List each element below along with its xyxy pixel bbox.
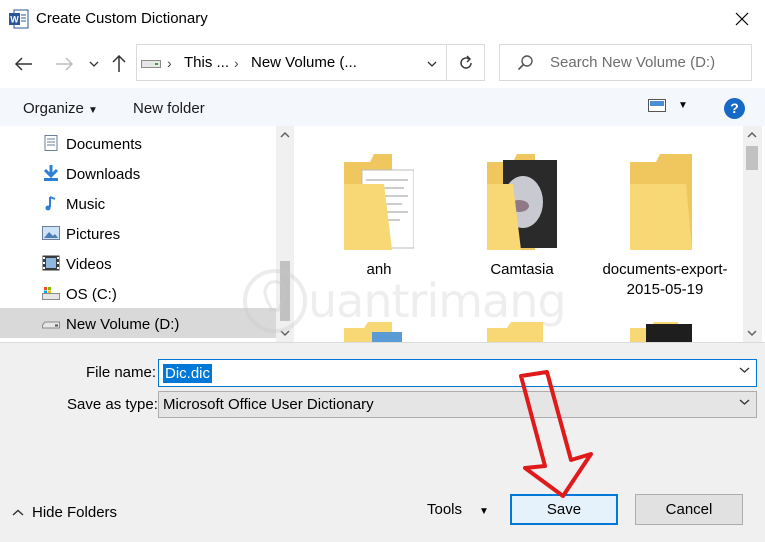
svg-text:W: W <box>10 15 19 25</box>
scroll-up-icon[interactable] <box>747 131 757 139</box>
nav-item-downloads[interactable]: Downloads <box>0 158 276 188</box>
chevron-down-icon[interactable] <box>427 60 437 68</box>
scrollbar-thumb[interactable] <box>746 146 758 170</box>
nav-item-music[interactable]: Music <box>0 188 276 218</box>
chevron-down-icon <box>739 399 750 405</box>
up-button[interactable] <box>107 52 131 76</box>
videos-icon <box>42 255 60 271</box>
scroll-up-icon[interactable] <box>280 131 290 139</box>
word-app-icon: W <box>9 9 29 29</box>
title-bar: W Create Custom Dictionary <box>0 0 765 38</box>
nav-item-label: Videos <box>66 256 112 273</box>
refresh-button[interactable] <box>447 44 485 81</box>
hide-folders-button[interactable]: Hide Folders <box>12 504 117 521</box>
back-button[interactable] <box>12 52 36 76</box>
pictures-icon <box>42 226 60 240</box>
organize-label: Organize <box>23 100 84 117</box>
nav-item-label: New Volume (D:) <box>66 316 180 333</box>
view-icon <box>648 99 666 112</box>
folder-name: documents-export-2015-05-19 <box>602 261 728 298</box>
chevron-up-icon <box>12 509 24 516</box>
drive-icon <box>141 60 161 68</box>
file-list-scrollbar[interactable] <box>743 126 762 342</box>
nav-item-label: Downloads <box>66 166 141 183</box>
downloads-icon <box>43 165 59 181</box>
folder-icon <box>344 154 414 250</box>
breadcrumb-new-volume[interactable]: New Volume (... <box>251 54 357 71</box>
cancel-button[interactable]: Cancel <box>635 494 743 525</box>
nav-item-os-c[interactable]: OS (C:) <box>0 278 276 308</box>
nav-item-label: OS (C:) <box>66 286 117 303</box>
recent-locations-button[interactable] <box>82 52 106 76</box>
save-as-type-value: Microsoft Office User Dictionary <box>163 396 374 413</box>
drive-c-icon <box>42 287 60 300</box>
search-icon <box>517 55 533 71</box>
new-folder-button[interactable]: New folder <box>133 100 205 117</box>
file-name-value: Dic.dic <box>163 364 213 383</box>
search-box[interactable]: Search New Volume (D:) <box>499 44 752 81</box>
address-bar[interactable]: › This ... › New Volume (... <box>136 44 447 81</box>
tools-button[interactable]: Tools <box>427 501 462 518</box>
tools-dropdown-icon[interactable]: ▼ <box>479 506 489 517</box>
change-view-button[interactable]: ▼ <box>648 98 688 117</box>
chevron-down-icon <box>89 61 99 67</box>
organize-button[interactable]: Organize ▼ <box>23 100 98 117</box>
save-button[interactable]: Save <box>510 494 618 525</box>
search-input[interactable]: Search New Volume (D:) <box>550 54 715 71</box>
nav-item-new-volume-d[interactable]: New Volume (D:) <box>0 308 276 338</box>
nav-item-label: Pictures <box>66 226 121 243</box>
save-as-type-select[interactable]: Microsoft Office User Dictionary <box>158 391 757 418</box>
up-arrow-icon <box>112 55 126 72</box>
file-name-label: File name: <box>86 364 157 381</box>
nav-item-label: Documents <box>66 136 142 153</box>
dropdown-arrow-icon: ▼ <box>678 100 688 111</box>
nav-item-documents[interactable]: Documents <box>0 128 276 158</box>
folder-icon <box>630 154 692 250</box>
refresh-icon <box>459 55 472 69</box>
file-name-input[interactable]: Dic.dic <box>158 359 757 387</box>
watermark-text: uantrimang <box>308 274 567 328</box>
command-toolbar: Organize ▼ New folder ▼ ? <box>0 88 765 126</box>
drive-d-icon <box>42 321 60 329</box>
back-arrow-icon <box>15 57 32 71</box>
music-icon <box>45 196 56 211</box>
breadcrumb-this-pc[interactable]: This ... <box>184 54 229 71</box>
forward-button[interactable] <box>52 52 76 76</box>
nav-item-pictures[interactable]: Pictures <box>0 218 276 248</box>
nav-item-label: Music <box>66 196 106 213</box>
close-button[interactable] <box>719 0 765 38</box>
chevron-down-icon[interactable] <box>739 366 750 374</box>
documents-icon <box>44 135 58 151</box>
forward-arrow-icon <box>56 57 73 71</box>
watermark-logo: uantrimang <box>242 268 567 334</box>
scroll-down-icon[interactable] <box>747 329 757 337</box>
dropdown-arrow-icon: ▼ <box>88 105 98 116</box>
help-button[interactable]: ? <box>724 98 745 119</box>
nav-item-videos[interactable]: Videos <box>0 248 276 278</box>
folder-icon[interactable] <box>630 320 692 342</box>
hide-folders-label: Hide Folders <box>32 504 118 521</box>
watermark-lightbulb-icon <box>243 269 307 333</box>
window-title: Create Custom Dictionary <box>36 10 208 27</box>
breadcrumb-separator-icon: › <box>234 55 239 71</box>
close-icon <box>735 12 749 26</box>
save-as-type-label: Save as type: <box>67 396 158 413</box>
folder-icon <box>487 154 557 250</box>
breadcrumb-separator-icon: › <box>167 55 172 71</box>
